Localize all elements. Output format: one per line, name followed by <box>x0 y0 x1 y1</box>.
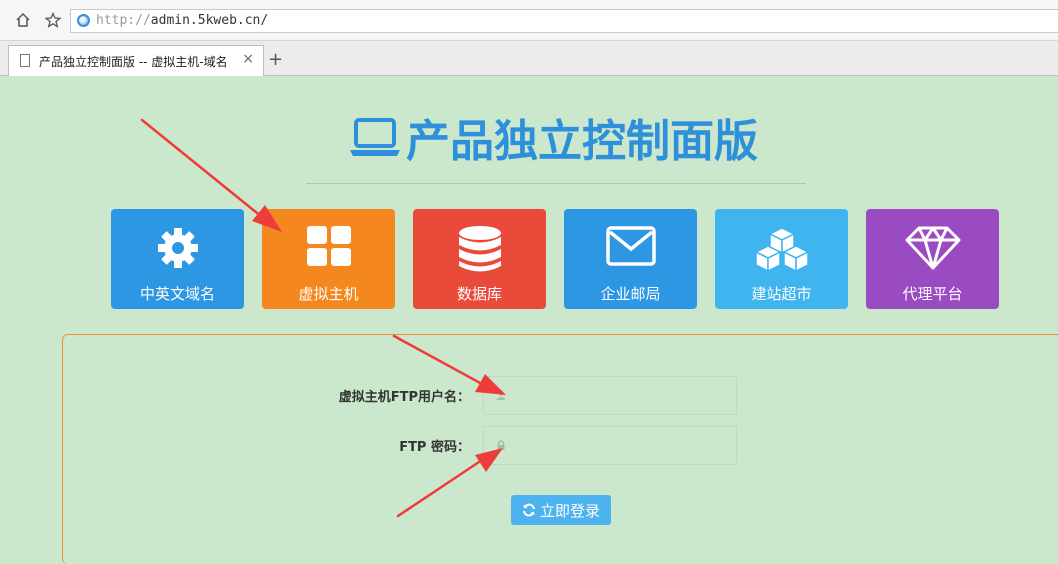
browser-tab-active[interactable]: 产品独立控制面版 -- 虚拟主机-域名 × <box>8 45 264 76</box>
tile-virtual-host[interactable]: 虚拟主机 <box>262 209 395 309</box>
login-button[interactable]: 立即登录 <box>511 495 611 525</box>
tile-label: 数据库 <box>456 285 502 303</box>
password-input[interactable] <box>483 426 737 465</box>
tile-site-builder[interactable]: 建站超市 <box>715 209 848 309</box>
gear-icon <box>157 228 198 268</box>
tile-agent-platform[interactable]: 代理平台 <box>866 209 999 309</box>
document-icon <box>20 54 30 67</box>
database-icon <box>458 226 501 272</box>
refresh-icon <box>522 503 535 517</box>
login-button-label: 立即登录 <box>539 501 600 520</box>
url-text: http://admin.5kweb.cn/ <box>96 13 268 28</box>
close-tab-icon[interactable]: × <box>242 51 254 67</box>
new-tab-button[interactable]: + <box>268 49 283 70</box>
page-title-text: 产品独立控制面版 <box>406 116 758 167</box>
tile-label: 代理平台 <box>902 285 963 303</box>
page-title: 产品独立控制面版 <box>348 108 758 167</box>
tab-bar: 产品独立控制面版 -- 虚拟主机-域名 × + <box>0 41 1058 76</box>
tile-enterprise-mail[interactable]: 企业邮局 <box>564 209 697 309</box>
tile-database[interactable]: 数据库 <box>413 209 546 309</box>
username-label: 虚拟主机FTP用户名： <box>338 390 470 405</box>
grid-icon <box>306 226 351 266</box>
envelope-icon <box>605 226 656 266</box>
user-icon <box>496 390 506 400</box>
url-host: admin.5kweb.cn/ <box>150 13 269 28</box>
password-label: FTP 密码： <box>399 440 470 455</box>
tile-label: 虚拟主机 <box>298 285 359 303</box>
url-prefix: http:// <box>96 13 151 28</box>
tile-label: 中英文域名 <box>139 285 215 303</box>
laptop-icon <box>350 118 400 156</box>
cubes-icon <box>753 227 810 273</box>
bookmark-star-icon[interactable] <box>42 9 64 31</box>
diamond-icon <box>905 226 960 270</box>
home-icon[interactable] <box>12 9 34 31</box>
tile-label: 企业邮局 <box>600 285 661 303</box>
globe-icon <box>77 14 90 27</box>
tile-domain[interactable]: 中英文域名 <box>111 209 244 309</box>
tab-title: 产品独立控制面版 -- 虚拟主机-域名 <box>39 55 228 69</box>
browser-toolbar: http://admin.5kweb.cn/ <box>0 0 1058 41</box>
url-bar[interactable]: http://admin.5kweb.cn/ <box>70 9 1058 33</box>
lock-icon <box>497 440 505 450</box>
tile-label: 建站超市 <box>751 285 812 303</box>
username-input[interactable] <box>483 376 737 415</box>
arrow-to-virtual-host <box>140 118 264 219</box>
title-divider <box>306 183 806 184</box>
